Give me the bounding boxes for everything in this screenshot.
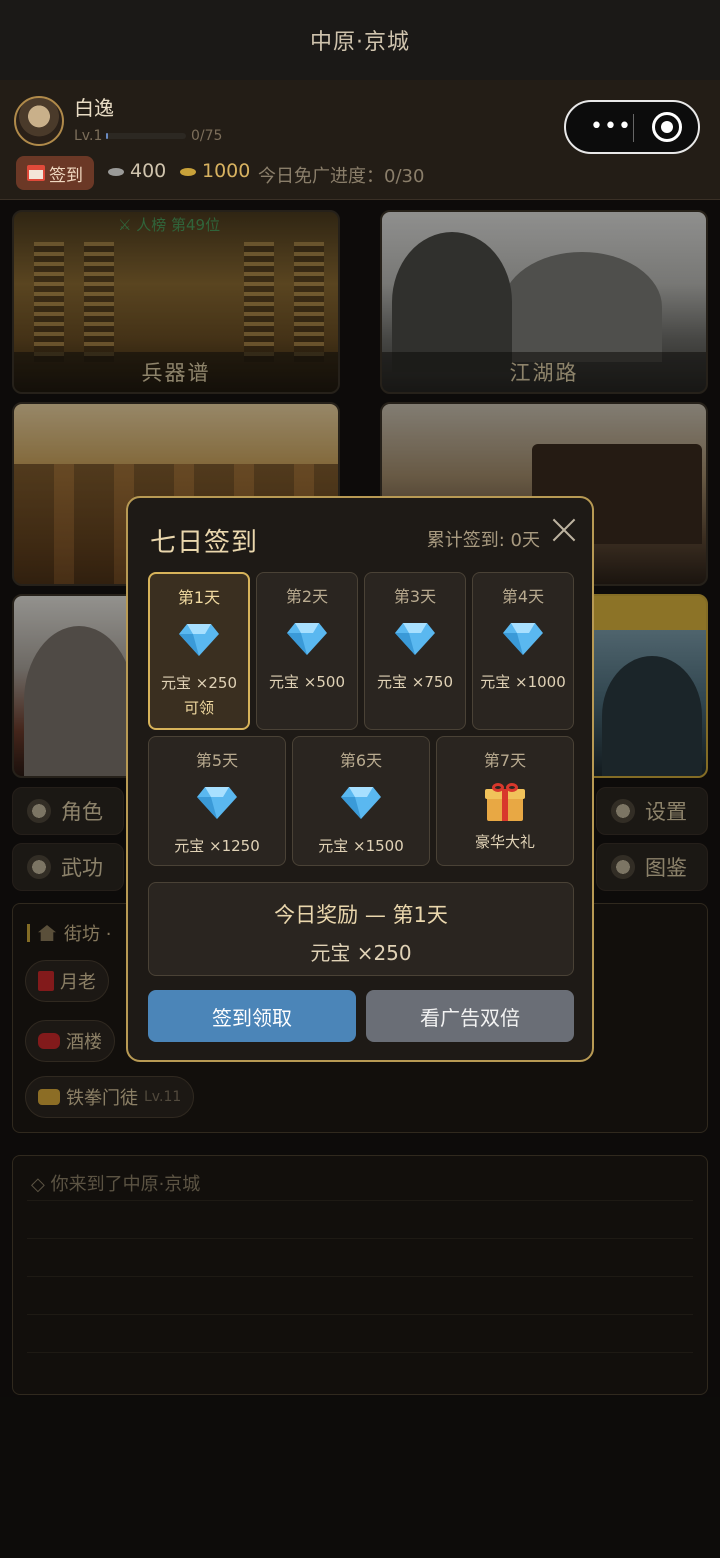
day-4-card[interactable]: 第4天 元宝 ×1000 (472, 572, 574, 730)
gift-icon (485, 783, 525, 821)
diamond-icon (287, 623, 327, 655)
day-1-card[interactable]: 第1天 元宝 ×250 可领 (148, 572, 250, 730)
diamond-icon (503, 623, 543, 655)
day-reward: 元宝 ×250 (161, 674, 237, 692)
silver-value: 400 (130, 160, 167, 182)
xp-bar-fill (106, 133, 108, 139)
day-reward: 元宝 ×1250 (174, 837, 260, 855)
day-3-card[interactable]: 第3天 元宝 ×750 (364, 572, 466, 730)
day-label: 第7天 (483, 751, 527, 770)
day-6-card[interactable]: 第6天 元宝 ×1500 (292, 736, 430, 866)
gold-ingot-icon (180, 167, 196, 176)
day-reward: 元宝 ×500 (269, 673, 345, 691)
player-name: 白逸 (74, 96, 114, 120)
gold-value: 1000 (202, 160, 251, 182)
free-ad-progress: 今日免广进度：0/30 (258, 166, 425, 187)
signin-button[interactable]: 签到 (16, 156, 94, 190)
day-2-card[interactable]: 第2天 元宝 ×500 (256, 572, 358, 730)
claim-button[interactable]: 签到领取 (148, 990, 356, 1042)
day-reward: 元宝 ×1500 (318, 837, 404, 855)
diamond-icon (179, 624, 219, 656)
close-miniprogram-icon[interactable] (652, 112, 682, 142)
day-label: 第4天 (501, 587, 545, 606)
xp-text: 0/75 (191, 128, 223, 144)
window-title: 中原·京城 (0, 0, 720, 80)
watch-ad-double-button[interactable]: 看广告双倍 (366, 990, 574, 1042)
day-label: 第6天 (339, 751, 383, 770)
silver-icon (108, 167, 124, 176)
miniprogram-capsule: ••• (564, 100, 700, 154)
silver-counter: 400 (108, 160, 166, 182)
day-reward: 豪华大礼 (474, 833, 535, 851)
xp-bar (106, 133, 186, 139)
diamond-icon (341, 787, 381, 819)
day-label: 第3天 (393, 587, 437, 606)
day-label: 第5天 (195, 751, 239, 770)
claimable-status: 可领 (183, 699, 214, 717)
day-5-card[interactable]: 第5天 元宝 ×1250 (148, 736, 286, 866)
gold-counter: 1000 (180, 160, 250, 182)
signin-label: 签到 (49, 165, 83, 186)
capsule-divider (633, 114, 634, 142)
signin-modal: 七日签到 累计签到: 0天 第1天 元宝 ×250 可领 第2天 元宝 ×500… (126, 496, 594, 1062)
day-label: 第1天 (177, 588, 221, 607)
diamond-icon (197, 787, 237, 819)
day-reward: 元宝 ×1000 (480, 673, 566, 691)
day-label: 第2天 (285, 587, 329, 606)
total-signin: 累计签到: 0天 (426, 530, 540, 551)
close-icon[interactable] (550, 516, 578, 544)
more-icon[interactable]: ••• (590, 116, 632, 138)
player-level: Lv.1 (74, 128, 103, 144)
diamond-icon (395, 623, 435, 655)
modal-title: 七日签到 (150, 528, 259, 558)
day-7-card[interactable]: 第7天 豪华大礼 (436, 736, 574, 866)
day-reward: 元宝 ×750 (377, 673, 453, 691)
today-reward-title: 今日奖励 — 第1天 (274, 903, 448, 927)
avatar[interactable] (14, 96, 64, 146)
today-reward-panel: 今日奖励 — 第1天 元宝 ×250 (148, 882, 574, 976)
today-reward-value: 元宝 ×250 (310, 941, 412, 965)
calendar-icon (27, 165, 45, 181)
